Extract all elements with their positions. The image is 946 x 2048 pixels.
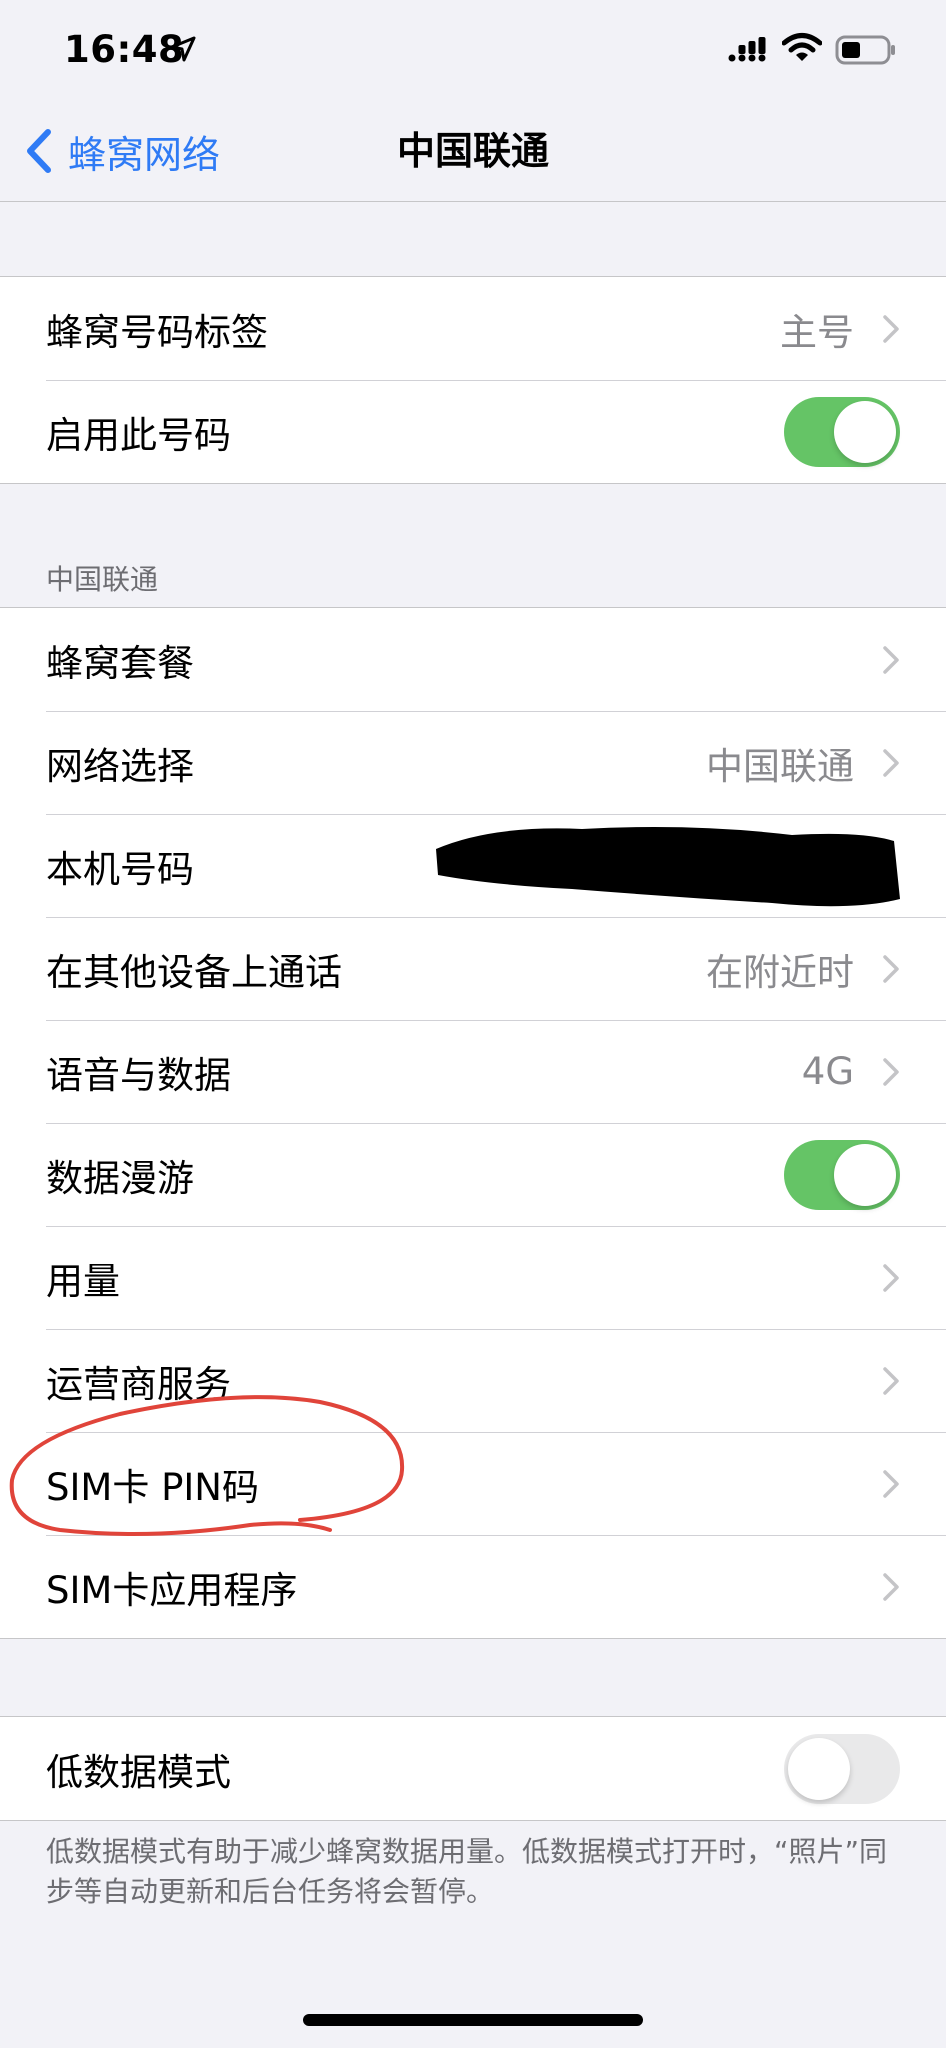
row-cellular-plan-label[interactable]: 蜂窝号码标签 主号: [0, 277, 946, 380]
settings-group-carrier: 蜂窝套餐 网络选择 中国联通 本机号码 在其他设备上通话 在附近时 语音与数据 …: [0, 607, 946, 1639]
row-calls-on-other-devices[interactable]: 在其他设备上通话 在附近时: [0, 917, 946, 1020]
section-header: 中国联通: [46, 563, 159, 596]
toggle-knob: [834, 1143, 896, 1206]
row-label: 数据漫游: [46, 1156, 194, 1200]
redaction-mark: [436, 827, 900, 907]
signal-icon: [728, 37, 766, 62]
chevron-right-icon: [883, 954, 899, 983]
status-time: 16:48: [64, 28, 185, 71]
chevron-right-icon: [883, 314, 899, 343]
settings-group-low-data: 低数据模式: [0, 1716, 946, 1821]
navigation-bar: 蜂窝网络 中国联通: [0, 100, 946, 202]
row-value: 中国联通: [706, 744, 854, 788]
chevron-right-icon: [883, 748, 899, 777]
row-usage[interactable]: 用量: [0, 1226, 946, 1329]
row-data-roaming: 数据漫游: [0, 1123, 946, 1226]
wifi-icon: [782, 33, 822, 61]
row-label: 蜂窝号码标签: [46, 310, 268, 354]
chevron-right-icon: [883, 1572, 899, 1601]
row-label: SIM卡 PIN码: [46, 1465, 259, 1509]
row-label: 启用此号码: [46, 413, 231, 457]
chevron-right-icon: [883, 645, 899, 674]
row-sim-applications[interactable]: SIM卡应用程序: [0, 1535, 946, 1638]
page-title: 中国联通: [396, 129, 549, 173]
row-cellular-plan[interactable]: 蜂窝套餐: [0, 608, 946, 711]
row-value: 主号: [780, 310, 854, 354]
row-label: 语音与数据: [46, 1053, 231, 1097]
row-label: 蜂窝套餐: [46, 641, 194, 685]
row-label: 本机号码: [46, 847, 194, 891]
row-label: 用量: [46, 1259, 120, 1303]
row-label: 网络选择: [46, 744, 194, 788]
status-bar: 16:48: [0, 0, 946, 100]
row-label: 运营商服务: [46, 1362, 231, 1406]
chevron-right-icon: [883, 1057, 899, 1086]
row-low-data-mode: 低数据模式: [0, 1717, 946, 1820]
chevron-right-icon: [883, 1263, 899, 1292]
row-value: 在附近时: [706, 950, 854, 994]
home-indicator[interactable]: [303, 2014, 643, 2026]
row-network-selection[interactable]: 网络选择 中国联通: [0, 711, 946, 814]
toggle-knob: [788, 1737, 850, 1800]
location-arrow-icon: [170, 36, 196, 62]
row-label: SIM卡应用程序: [46, 1568, 298, 1612]
low-data-mode-toggle[interactable]: [784, 1733, 900, 1804]
row-value: 4G: [801, 1050, 854, 1093]
settings-group-number: 蜂窝号码标签 主号 启用此号码: [0, 276, 946, 484]
enable-number-toggle[interactable]: [784, 396, 900, 467]
toggle-knob: [834, 400, 896, 463]
data-roaming-toggle[interactable]: [784, 1139, 900, 1210]
row-enable-number: 启用此号码: [0, 380, 946, 483]
row-sim-pin[interactable]: SIM卡 PIN码: [0, 1432, 946, 1535]
row-label: 低数据模式: [46, 1750, 231, 1794]
row-carrier-services[interactable]: 运营商服务: [0, 1329, 946, 1432]
battery-icon: [835, 35, 895, 65]
chevron-right-icon: [883, 1469, 899, 1498]
row-voice-and-data[interactable]: 语音与数据 4G: [0, 1020, 946, 1123]
low-data-mode-description: 低数据模式有助于减少蜂窝数据用量。低数据模式打开时，“照片”同步等自动更新和后台…: [46, 1835, 888, 1908]
row-label: 在其他设备上通话: [46, 950, 342, 994]
chevron-right-icon: [883, 1366, 899, 1395]
